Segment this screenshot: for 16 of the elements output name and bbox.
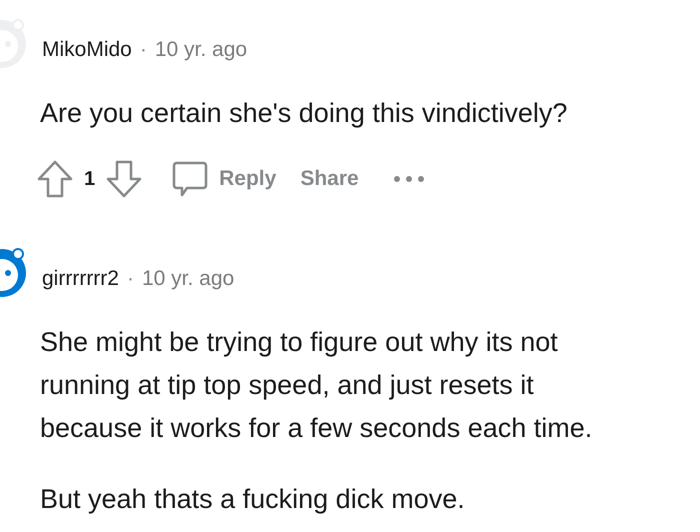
share-button[interactable]: Share (300, 163, 359, 195)
upvote-icon[interactable] (36, 159, 74, 199)
separator-dot: · (126, 266, 134, 292)
username[interactable]: girrrrrrr2 (42, 263, 119, 295)
more-icon[interactable] (392, 175, 425, 183)
comment-icon (171, 159, 210, 199)
comment-text: She might be trying to figure out why its not running at tip top speed, and just resets it because it works for a few seconds each time. (40, 326, 594, 445)
comment-text: Are you certain she's doing this vindictively? (40, 97, 568, 130)
username[interactable]: MikoMido (42, 34, 132, 66)
reply-button[interactable]: Reply (171, 159, 276, 199)
vote-count: 1 (84, 167, 96, 192)
separator-dot: · (140, 37, 147, 64)
timestamp[interactable]: 10 yr. ago (142, 263, 234, 295)
timestamp[interactable]: 10 yr. ago (154, 34, 248, 66)
downvote-icon[interactable] (105, 159, 144, 199)
comment-text: But yeah thats a fucking dick move. (40, 483, 466, 516)
